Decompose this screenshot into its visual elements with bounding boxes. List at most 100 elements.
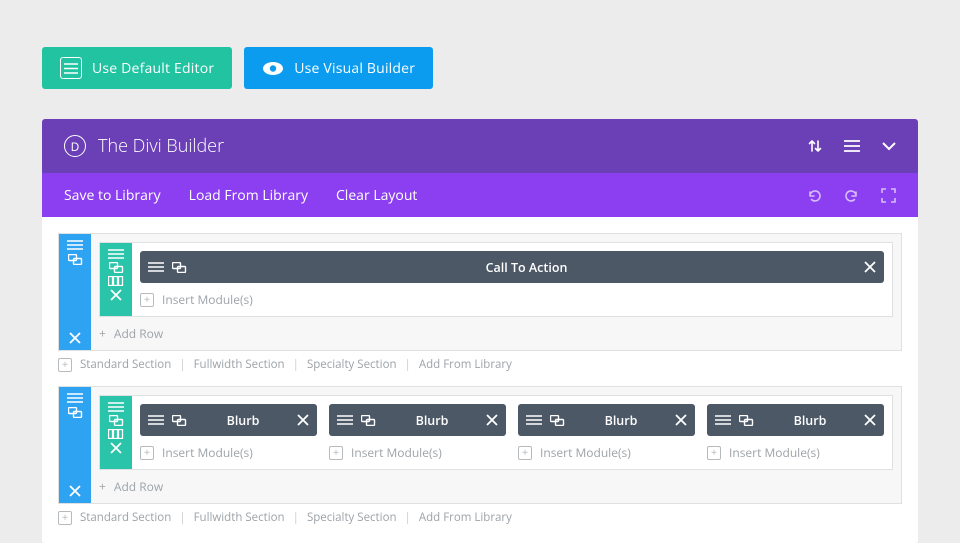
- module-label: Blurb: [197, 412, 289, 429]
- use-visual-builder-button[interactable]: Use Visual Builder: [244, 47, 433, 89]
- hamburger-icon[interactable]: [67, 393, 83, 403]
- add-section-link[interactable]: Fullwidth Section: [194, 357, 285, 372]
- plus-icon: +: [140, 293, 154, 307]
- hamburger-icon[interactable]: [108, 402, 124, 412]
- insert-module-button[interactable]: + Insert Module(s): [140, 444, 317, 461]
- hamburger-icon[interactable]: [67, 240, 83, 250]
- insert-module-label: Insert Module(s): [540, 444, 631, 461]
- insert-module-label: Insert Module(s): [729, 444, 820, 461]
- add-section-link[interactable]: Fullwidth Section: [194, 510, 285, 525]
- insert-module-label: Insert Module(s): [162, 444, 253, 461]
- clear-layout-button[interactable]: Clear Layout: [336, 186, 417, 205]
- module-label: Blurb: [575, 412, 667, 429]
- module-label: Blurb: [386, 412, 478, 429]
- add-section-link[interactable]: Add From Library: [419, 357, 512, 372]
- editor-icon: [60, 57, 82, 79]
- copy-icon[interactable]: [68, 254, 83, 265]
- hamburger-icon[interactable]: [715, 415, 731, 425]
- close-icon[interactable]: [856, 414, 876, 426]
- builder-header: D The Divi Builder: [42, 119, 918, 173]
- hamburger-icon[interactable]: [526, 415, 542, 425]
- row: Call To Action + Insert Module(s): [99, 242, 893, 317]
- close-icon[interactable]: [667, 414, 687, 426]
- add-section-link[interactable]: Standard Section: [80, 510, 171, 525]
- columns-icon[interactable]: [108, 276, 124, 286]
- row-tools: [100, 243, 132, 316]
- hamburger-icon[interactable]: [108, 249, 124, 259]
- add-section-link[interactable]: Add From Library: [419, 510, 512, 525]
- plus-icon: +: [518, 446, 532, 460]
- row-body: Blurb + Insert Module(s) Blurb + Insert …: [132, 396, 892, 469]
- section: Blurb + Insert Module(s) Blurb + Insert …: [58, 386, 902, 504]
- copy-icon[interactable]: [68, 407, 83, 418]
- module[interactable]: Blurb: [329, 404, 506, 436]
- redo-icon[interactable]: [844, 188, 859, 203]
- copy-icon[interactable]: [109, 262, 124, 273]
- copy-icon[interactable]: [739, 415, 754, 426]
- copy-icon[interactable]: [172, 262, 187, 273]
- close-icon[interactable]: [69, 485, 81, 497]
- module[interactable]: Blurb: [707, 404, 884, 436]
- add-section-link[interactable]: Specialty Section: [307, 510, 397, 525]
- column: Blurb + Insert Module(s): [140, 404, 317, 461]
- column: Call To Action + Insert Module(s): [140, 251, 884, 308]
- hamburger-icon[interactable]: [148, 415, 164, 425]
- visual-builder-icon: [262, 61, 284, 76]
- builder-toolbar: Save to Library Load From Library Clear …: [42, 173, 918, 217]
- hamburger-icon[interactable]: [148, 262, 164, 272]
- row-body: Call To Action + Insert Module(s): [132, 243, 892, 316]
- copy-icon[interactable]: [361, 415, 376, 426]
- insert-module-button[interactable]: + Insert Module(s): [707, 444, 884, 461]
- add-section-links: + Standard Section|Fullwidth Section|Spe…: [58, 510, 902, 525]
- visual-builder-label: Use Visual Builder: [294, 59, 415, 78]
- copy-icon[interactable]: [172, 415, 187, 426]
- insert-module-button[interactable]: + Insert Module(s): [140, 291, 884, 308]
- plus-icon: +: [329, 446, 343, 460]
- toolbar-right: [807, 188, 896, 203]
- column: Blurb + Insert Module(s): [707, 404, 884, 461]
- sort-icon[interactable]: [808, 139, 822, 153]
- save-to-library-button[interactable]: Save to Library: [64, 186, 161, 205]
- add-row-button[interactable]: + Add Row: [99, 325, 893, 342]
- add-row-label: Add Row: [114, 478, 163, 495]
- close-icon[interactable]: [110, 289, 122, 301]
- module[interactable]: Call To Action: [140, 251, 884, 283]
- close-icon[interactable]: [289, 414, 309, 426]
- add-row-label: Add Row: [114, 325, 163, 342]
- plus-icon[interactable]: +: [58, 511, 72, 525]
- close-icon[interactable]: [856, 261, 876, 273]
- undo-icon[interactable]: [807, 188, 822, 203]
- columns-icon[interactable]: [108, 429, 124, 439]
- add-section-link[interactable]: Standard Section: [80, 357, 171, 372]
- plus-icon: +: [707, 446, 721, 460]
- section-tools: [59, 387, 91, 503]
- chevron-down-icon[interactable]: [882, 142, 896, 151]
- column: Blurb + Insert Module(s): [329, 404, 506, 461]
- divi-builder-panel: D The Divi Builder Save to Library Load …: [42, 119, 918, 543]
- expand-icon[interactable]: [881, 188, 896, 203]
- hamburger-icon[interactable]: [337, 415, 353, 425]
- add-section-links: + Standard Section|Fullwidth Section|Spe…: [58, 357, 902, 372]
- close-icon[interactable]: [110, 442, 122, 454]
- copy-icon[interactable]: [109, 415, 124, 426]
- close-icon[interactable]: [478, 414, 498, 426]
- hamburger-icon[interactable]: [844, 140, 860, 152]
- insert-module-button[interactable]: + Insert Module(s): [518, 444, 695, 461]
- add-row-button[interactable]: + Add Row: [99, 478, 893, 495]
- plus-icon: +: [99, 325, 106, 342]
- insert-module-label: Insert Module(s): [162, 291, 253, 308]
- module[interactable]: Blurb: [140, 404, 317, 436]
- row: Blurb + Insert Module(s) Blurb + Insert …: [99, 395, 893, 470]
- use-default-editor-button[interactable]: Use Default Editor: [42, 47, 232, 89]
- plus-icon[interactable]: +: [58, 358, 72, 372]
- section: Call To Action + Insert Module(s) + Add …: [58, 233, 902, 351]
- close-icon[interactable]: [69, 332, 81, 344]
- module[interactable]: Blurb: [518, 404, 695, 436]
- add-section-link[interactable]: Specialty Section: [307, 357, 397, 372]
- top-buttons: Use Default Editor Use Visual Builder: [42, 47, 918, 89]
- load-from-library-button[interactable]: Load From Library: [189, 186, 308, 205]
- section-body: Blurb + Insert Module(s) Blurb + Insert …: [91, 387, 901, 503]
- insert-module-button[interactable]: + Insert Module(s): [329, 444, 506, 461]
- module-label: Blurb: [764, 412, 856, 429]
- copy-icon[interactable]: [550, 415, 565, 426]
